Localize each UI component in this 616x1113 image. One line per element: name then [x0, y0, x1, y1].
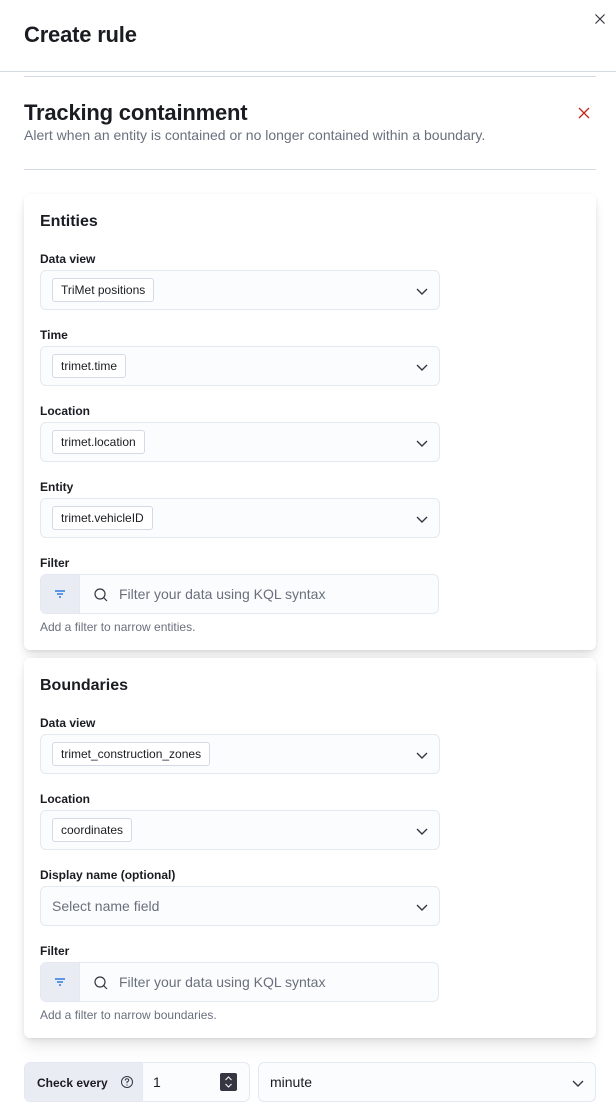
entities-time-select[interactable]: trimet.time: [40, 346, 440, 386]
filter-options-button[interactable]: [41, 575, 80, 613]
interval-unit-value: minute: [270, 1074, 313, 1090]
entities-data-view-select[interactable]: TriMet positions: [40, 270, 440, 310]
selected-value-pill: trimet.vehicleID: [52, 506, 153, 530]
chevron-down-icon: [416, 364, 428, 371]
question-icon[interactable]: [120, 1075, 134, 1089]
flyout-title: Create rule: [24, 22, 137, 47]
entities-entity-select[interactable]: trimet.vehicleID: [40, 498, 440, 538]
entities-location-label: Location: [40, 404, 90, 418]
flyout-header: Create rule: [0, 0, 616, 72]
cross-icon: [578, 107, 590, 119]
check-every-label: Check every: [25, 1063, 143, 1101]
entities-entity-label: Entity: [40, 480, 74, 494]
entities-filter-bar: [40, 574, 439, 614]
boundaries-filter-input[interactable]: [119, 963, 429, 1001]
check-every-text: Check every: [37, 1076, 108, 1090]
chevron-down-icon: [416, 828, 428, 835]
entities-time-label: Time: [40, 328, 68, 342]
interval-unit-select[interactable]: minute: [258, 1062, 596, 1102]
chevron-down-icon: [416, 516, 428, 523]
stepper-arrows-icon: [225, 1076, 232, 1088]
boundaries-data-view-select[interactable]: trimet_construction_zones: [40, 734, 440, 774]
close-flyout-button[interactable]: [592, 11, 608, 27]
display-name-placeholder: Select name field: [52, 898, 160, 914]
divider: [24, 76, 596, 77]
interval-input[interactable]: [153, 1063, 213, 1101]
interval-stepper[interactable]: [220, 1073, 237, 1091]
chevron-down-icon: [572, 1080, 584, 1087]
filter-icon: [55, 590, 65, 598]
boundaries-panel: Boundaries Data view trimet_construction…: [24, 658, 596, 1038]
boundaries-location-select[interactable]: coordinates: [40, 810, 440, 850]
filter-options-button[interactable]: [41, 963, 80, 1001]
entities-data-view-label: Data view: [40, 252, 96, 266]
boundaries-data-view-label: Data view: [40, 716, 96, 730]
filter-icon: [55, 978, 65, 986]
boundaries-filter-label: Filter: [40, 944, 70, 958]
search-icon: [94, 976, 108, 990]
boundaries-filter-bar: [40, 962, 439, 1002]
entities-panel: Entities Data view TriMet positions Time…: [24, 194, 596, 650]
selected-value-pill: trimet.time: [52, 354, 127, 378]
boundaries-filter-help: Add a filter to narrow boundaries.: [40, 1008, 217, 1022]
close-icon: [595, 14, 605, 24]
entities-title: Entities: [40, 213, 98, 230]
boundaries-display-name-select[interactable]: Select name field: [40, 886, 440, 926]
chevron-down-icon: [416, 904, 428, 911]
rule-type-description: Alert when an entity is contained or no …: [24, 127, 486, 143]
selected-value-pill: TriMet positions: [52, 278, 155, 302]
chevron-down-icon: [416, 752, 428, 759]
entities-filter-help: Add a filter to narrow entities.: [40, 620, 196, 634]
check-every-group: Check every: [24, 1062, 250, 1102]
entities-filter-label: Filter: [40, 556, 70, 570]
remove-rule-type-button[interactable]: [577, 106, 591, 120]
divider: [24, 169, 596, 170]
selected-value-pill: trimet.location: [52, 430, 145, 454]
entities-location-select[interactable]: trimet.location: [40, 422, 440, 462]
selected-value-pill: trimet_construction_zones: [52, 742, 211, 766]
boundaries-display-name-label: Display name (optional): [40, 868, 176, 882]
boundaries-location-label: Location: [40, 792, 90, 806]
search-icon: [94, 588, 108, 602]
boundaries-title: Boundaries: [40, 677, 129, 694]
entities-filter-input[interactable]: [119, 575, 429, 613]
chevron-down-icon: [416, 440, 428, 447]
selected-value-pill: coordinates: [52, 818, 133, 842]
chevron-down-icon: [416, 288, 428, 295]
rule-type-title: Tracking containment: [24, 100, 248, 125]
